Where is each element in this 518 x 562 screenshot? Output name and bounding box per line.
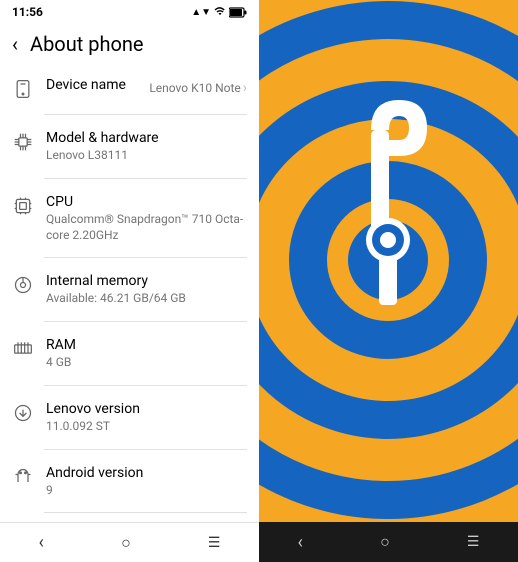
cpu-title: CPU <box>46 193 247 211</box>
device-name-title: Device name <box>46 76 137 94</box>
page-header: ‹ About phone <box>0 22 259 66</box>
ram-icon <box>12 338 34 360</box>
time-display: 11:56 <box>12 5 43 19</box>
back-button[interactable]: ‹ <box>8 30 22 58</box>
lenovo-icon <box>12 402 34 424</box>
ram-subtitle: 4 GB <box>46 355 247 371</box>
left-panel: 11:56 ▲▼ ‹ About phone <box>0 0 259 562</box>
divider-5 <box>44 385 247 386</box>
android-version-subtitle: 9 <box>46 483 247 499</box>
model-hardware-title: Model & hardware <box>46 129 247 147</box>
ram-item[interactable]: RAM 4 GB <box>0 326 259 381</box>
right-nav-bar: ‹ ○ ☰ <box>259 522 518 562</box>
divider-4 <box>44 321 247 322</box>
device-name-value: Lenovo K10 Note › <box>149 80 247 96</box>
model-hardware-text: Model & hardware Lenovo L38111 <box>46 129 247 164</box>
wifi-icon <box>214 5 226 20</box>
cpu-icon <box>12 195 34 217</box>
divider-6 <box>44 449 247 450</box>
cpu-item[interactable]: CPU Qualcomm® Snapdragon™ 710 Octa-core … <box>0 183 259 253</box>
divider-7 <box>44 512 247 513</box>
cpu-text: CPU Qualcomm® Snapdragon™ 710 Octa-core … <box>46 193 247 243</box>
lenovo-version-text: Lenovo version 11.0.092 ST <box>46 400 247 435</box>
back-nav-button[interactable]: ‹ <box>23 524 60 561</box>
settings-list: Device name Lenovo K10 Note › Model & h <box>0 66 259 522</box>
chip-icon <box>12 131 34 153</box>
right-menu-button[interactable]: ☰ <box>451 526 496 558</box>
signal-icon: ▲▼ <box>191 7 211 18</box>
battery-icon <box>229 7 247 18</box>
internal-memory-subtitle: Available: 46.21 GB/64 GB <box>46 291 247 307</box>
device-name-item[interactable]: Device name Lenovo K10 Note › <box>0 66 259 110</box>
cpu-subtitle: Qualcomm® Snapdragon™ 710 Octa-core 2.20… <box>46 212 247 243</box>
lenovo-version-item[interactable]: Lenovo version 11.0.092 ST <box>0 390 259 445</box>
status-bar: 11:56 ▲▼ <box>0 0 259 22</box>
device-name-text: Device name <box>46 76 137 94</box>
divider-2 <box>44 178 247 179</box>
android-version-title: Android version <box>46 464 247 482</box>
android-version-item[interactable]: Android version 9 <box>0 454 259 509</box>
right-home-button[interactable]: ○ <box>364 524 406 560</box>
internal-memory-text: Internal memory Available: 46.21 GB/64 G… <box>46 272 247 307</box>
menu-nav-button[interactable]: ☰ <box>192 527 237 559</box>
right-back-button[interactable]: ‹ <box>282 524 319 561</box>
internal-memory-item[interactable]: Internal memory Available: 46.21 GB/64 G… <box>0 262 259 317</box>
divider-3 <box>44 257 247 258</box>
android-version-text: Android version 9 <box>46 464 247 499</box>
ram-title: RAM <box>46 336 247 354</box>
model-hardware-subtitle: Lenovo L38111 <box>46 148 247 164</box>
nav-bar: ‹ ○ ☰ <box>0 522 259 562</box>
lenovo-version-title: Lenovo version <box>46 400 247 418</box>
chevron-icon: › <box>243 80 247 96</box>
home-nav-button[interactable]: ○ <box>105 525 147 561</box>
right-panel: ‹ ○ ☰ <box>259 0 518 562</box>
status-icons: ▲▼ <box>191 5 247 20</box>
page-title: About phone <box>30 32 144 56</box>
phone-icon <box>12 78 34 100</box>
android-icon <box>12 466 34 488</box>
model-hardware-item[interactable]: Model & hardware Lenovo L38111 <box>0 119 259 174</box>
lenovo-version-subtitle: 11.0.092 ST <box>46 419 247 435</box>
memory-icon <box>12 274 34 296</box>
internal-memory-title: Internal memory <box>46 272 247 290</box>
ram-text: RAM 4 GB <box>46 336 247 371</box>
divider-1 <box>44 114 247 115</box>
